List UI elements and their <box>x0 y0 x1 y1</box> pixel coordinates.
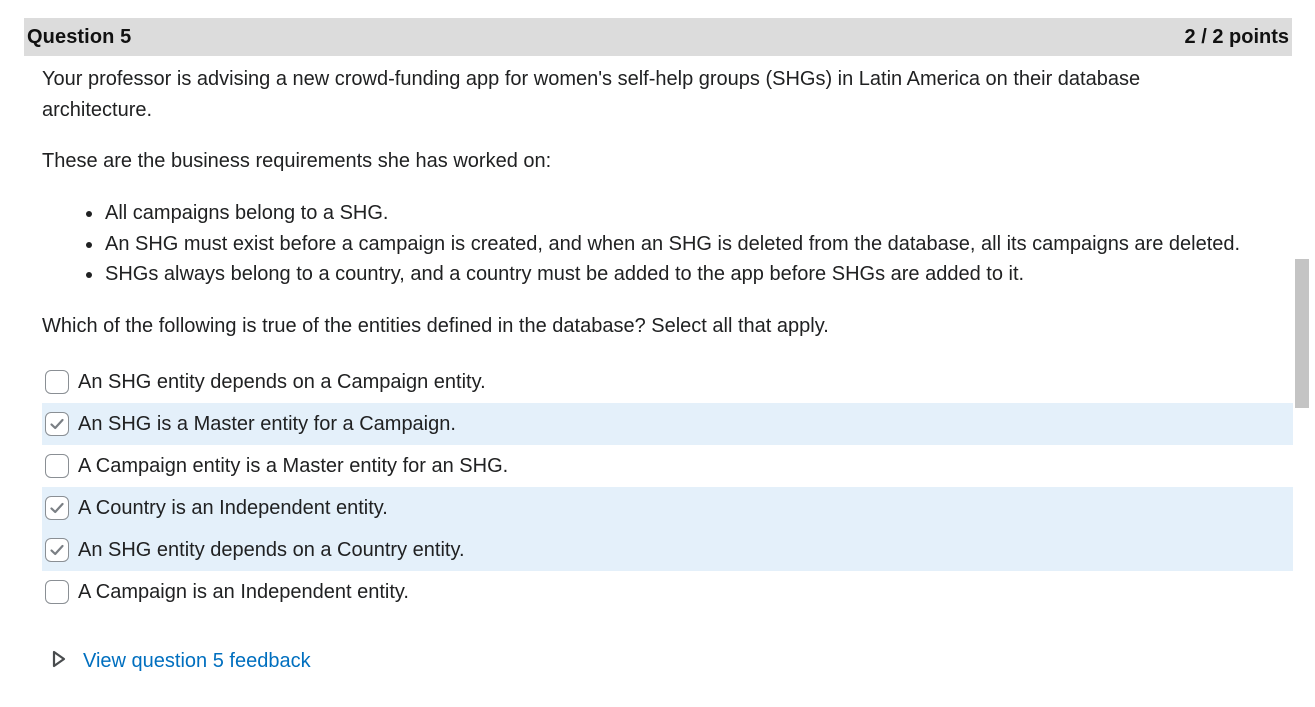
triangle-right-icon <box>52 650 66 673</box>
checkmark-icon <box>50 544 64 556</box>
requirement-item: All campaigns belong to a SHG. <box>84 198 1240 229</box>
option-label: A Country is an Independent entity. <box>78 496 388 519</box>
question-intro: Your professor is advising a new crowd-f… <box>42 68 1141 121</box>
option-label: An SHG entity depends on a Country entit… <box>78 538 465 561</box>
view-feedback-link[interactable]: View question 5 feedback <box>83 650 311 673</box>
scrollbar-thumb[interactable] <box>1295 259 1309 408</box>
answer-option[interactable]: An SHG is a Master entity for a Campaign… <box>42 403 1293 445</box>
requirement-item: An SHG must exist before a campaign is c… <box>84 229 1240 260</box>
answer-option[interactable]: A Campaign entity is a Master entity for… <box>42 445 1293 487</box>
view-feedback-toggle[interactable]: View question 5 feedback <box>52 650 311 673</box>
requirement-item: SHGs always belong to a country, and a c… <box>84 259 1240 290</box>
question-points: 2 / 2 points <box>1184 25 1289 48</box>
option-label: A Campaign is an Independent entity. <box>78 580 409 603</box>
answer-option[interactable]: A Country is an Independent entity. <box>42 487 1293 529</box>
quiz-page: Question 5 2 / 2 points Your professor i… <box>0 0 1315 707</box>
requirements-heading: These are the business requirements she … <box>42 150 552 172</box>
option-label: An SHG is a Master entity for a Campaign… <box>78 412 456 435</box>
answer-option[interactable]: An SHG entity depends on a Campaign enti… <box>42 361 1293 403</box>
answer-options: An SHG entity depends on a Campaign enti… <box>42 361 1293 613</box>
checkbox[interactable] <box>45 496 69 520</box>
checkmark-icon <box>50 502 64 514</box>
checkmark-icon <box>50 418 64 430</box>
checkbox[interactable] <box>45 454 69 478</box>
checkbox[interactable] <box>45 580 69 604</box>
option-label: An SHG entity depends on a Campaign enti… <box>78 370 486 393</box>
question-title: Question 5 <box>27 25 132 48</box>
question-header: Question 5 2 / 2 points <box>24 18 1292 56</box>
question-prompt: Which of the following is true of the en… <box>42 315 829 337</box>
answer-option[interactable]: An SHG entity depends on a Country entit… <box>42 529 1293 571</box>
answer-option[interactable]: A Campaign is an Independent entity. <box>42 571 1293 613</box>
checkbox[interactable] <box>45 370 69 394</box>
checkbox[interactable] <box>45 538 69 562</box>
option-label: A Campaign entity is a Master entity for… <box>78 454 509 477</box>
checkbox[interactable] <box>45 412 69 436</box>
requirements-list: All campaigns belong to a SHG. An SHG mu… <box>84 198 1240 290</box>
